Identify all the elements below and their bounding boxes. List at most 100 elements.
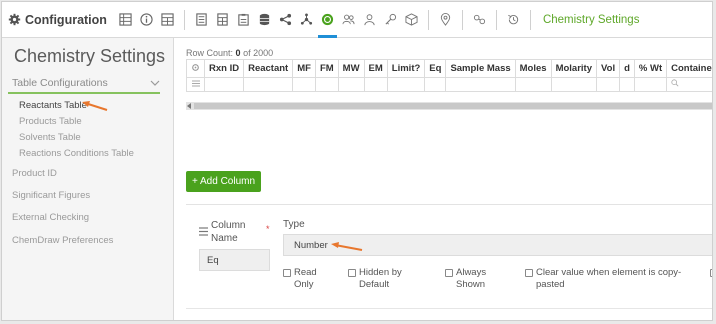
sidebar-item-solvents-table[interactable]: Solvents Table (19, 132, 81, 143)
sidebar-item-external-checking[interactable]: External Checking (12, 212, 89, 223)
annotation-arrow-icon (331, 242, 363, 251)
column-header[interactable]: Containe (666, 59, 712, 78)
checkbox-box[interactable] (348, 269, 356, 277)
hidden-by-default-checkbox[interactable]: Hidden by Default (348, 267, 418, 291)
column-header[interactable]: Sample Mass (445, 59, 516, 78)
history-icon[interactable] (503, 2, 524, 38)
checkbox-label: Hidden by Default (359, 267, 402, 290)
sidebar-item-reactants-table[interactable]: Reactants Table (19, 100, 87, 111)
column-header[interactable]: EM (363, 59, 388, 78)
column-header[interactable]: MW (337, 59, 365, 78)
always-shown-checkbox[interactable]: Always Shown (445, 267, 497, 291)
add-column-button[interactable]: + Add Column (186, 171, 261, 192)
filter-cell[interactable] (243, 77, 294, 92)
sidebar-item-reactions-conditions-table[interactable]: Reactions Conditions Table (19, 148, 134, 159)
grid-header-row: Rxn ID Reactant MF FM MW EM Limit? Eq Sa… (186, 59, 712, 78)
reactants-grid: Rxn ID Reactant MF FM MW EM Limit? Eq Sa… (186, 59, 712, 92)
filter-cell[interactable] (619, 77, 635, 92)
filter-cell[interactable] (633, 77, 668, 92)
row-count: Row Count: 0 of 2000 (186, 48, 273, 58)
scrollbar-thumb[interactable] (194, 103, 712, 109)
annotation-arrow-icon (82, 101, 108, 111)
column-header[interactable]: Eq (424, 59, 447, 78)
app-title: Configuration (2, 2, 107, 38)
grid-icon[interactable] (115, 2, 136, 38)
key-icon[interactable] (380, 2, 401, 38)
drag-handle-icon[interactable] (199, 227, 208, 236)
sidebar-group-table-configurations[interactable]: Table Configurations (8, 74, 160, 94)
column-header[interactable]: FM (314, 59, 339, 78)
sidebar-item-product-id[interactable]: Product ID (12, 168, 57, 179)
type-label: Type (283, 219, 305, 230)
checkbox-label: Always Shown (456, 267, 487, 290)
filter-cell[interactable] (292, 77, 316, 92)
filter-cell[interactable] (337, 77, 365, 92)
divider (186, 308, 712, 309)
filter-cell[interactable] (203, 77, 245, 92)
toolbar-divider (183, 9, 185, 30)
chemistry-settings-link[interactable]: Chemistry Settings (543, 14, 640, 26)
clipboard-icon[interactable] (233, 2, 254, 38)
info-icon[interactable] (136, 2, 157, 38)
filter-cell[interactable] (386, 77, 426, 92)
checkbox-box[interactable] (710, 269, 712, 277)
checkbox-box[interactable] (283, 269, 291, 277)
people-icon[interactable] (338, 2, 359, 38)
toolbar-divider (529, 9, 531, 30)
sidebar-group-label: Table Configurations (12, 77, 108, 89)
cube-icon[interactable] (401, 2, 422, 38)
column-header[interactable]: d (619, 59, 635, 78)
sidebar-item-significant-figures[interactable]: Significant Figures (12, 190, 90, 201)
document-icon[interactable] (191, 2, 212, 38)
column-header[interactable]: Rxn ID (203, 59, 245, 78)
column-name-label: Column Name (211, 220, 246, 244)
filter-cell[interactable] (596, 77, 621, 92)
column-header[interactable]: Reactant (243, 59, 294, 78)
divider (186, 204, 712, 205)
filter-cell[interactable] (514, 77, 552, 92)
filter-cell[interactable] (363, 77, 388, 92)
filter-cell[interactable] (550, 77, 598, 92)
checkbox-label: Read Only (294, 267, 317, 290)
link-icon[interactable] (469, 2, 490, 38)
scroll-left-icon[interactable] (187, 103, 191, 109)
toolbar-divider (427, 9, 429, 30)
filter-cell[interactable] (445, 77, 516, 92)
grid-settings-icon[interactable] (186, 59, 205, 78)
molecule-icon[interactable] (296, 2, 317, 38)
grid-filter-row (186, 77, 712, 92)
database-icon[interactable] (254, 2, 275, 38)
column-header[interactable]: Moles (514, 59, 552, 78)
filter-cell[interactable] (314, 77, 339, 92)
checkbox-partial[interactable] (710, 267, 712, 277)
user-icon[interactable] (359, 2, 380, 38)
column-header[interactable]: Limit? (386, 59, 426, 78)
top-toolbar: Configuration Chemistry Settings (2, 2, 712, 38)
clear-on-copy-checkbox[interactable]: Clear value when element is copy-pasted (525, 267, 685, 291)
gear-icon (8, 13, 21, 26)
horizontal-scrollbar[interactable] (186, 102, 712, 110)
sidebar: Chemistry Settings Table Configurations … (2, 38, 174, 320)
checkbox-box[interactable] (445, 269, 453, 277)
share-icon[interactable] (275, 2, 296, 38)
toolbar-divider (461, 9, 463, 30)
column-header[interactable]: Molarity (550, 59, 598, 78)
table-icon[interactable] (157, 2, 178, 38)
column-header[interactable]: MF (292, 59, 316, 78)
filter-menu-icon[interactable] (186, 77, 205, 92)
column-name-field[interactable]: Eq (199, 249, 270, 271)
app-title-text: Configuration (25, 12, 107, 27)
spreadsheet-icon[interactable] (212, 2, 233, 38)
sidebar-item-products-table[interactable]: Products Table (19, 116, 82, 127)
checkbox-box[interactable] (525, 269, 533, 277)
read-only-checkbox[interactable]: Read Only (283, 267, 333, 291)
main-panel: Row Count: 0 of 2000 Rxn ID Reactant MF … (175, 38, 712, 320)
sidebar-item-chemdraw-preferences[interactable]: ChemDraw Preferences (12, 235, 113, 246)
chemistry-icon[interactable] (317, 2, 338, 38)
search-icon[interactable] (666, 77, 712, 92)
filter-cell[interactable] (424, 77, 447, 92)
column-header[interactable]: Vol (596, 59, 621, 78)
column-header[interactable]: % Wt (633, 59, 668, 78)
sidebar-title: Chemistry Settings (14, 46, 166, 66)
location-icon[interactable] (435, 2, 456, 38)
